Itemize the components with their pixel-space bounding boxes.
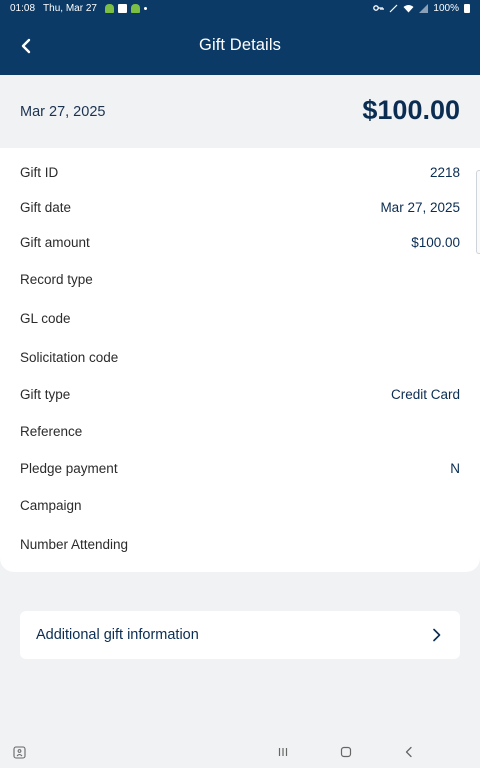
android-icon	[104, 3, 114, 13]
detail-row-number-attending: Number Attending	[20, 534, 460, 554]
notification-icon	[117, 3, 127, 13]
detail-row-solicitation-code: Solicitation code	[20, 347, 460, 367]
detail-label: Gift date	[20, 199, 72, 215]
detail-row-gift-amount: Gift amount $100.00	[20, 232, 460, 252]
home-button[interactable]	[338, 744, 354, 760]
recents-icon	[278, 748, 288, 756]
status-date: Thu, Mar 27	[43, 2, 97, 14]
detail-row-campaign: Campaign	[20, 495, 460, 515]
detail-value: 2218	[429, 164, 460, 180]
app-bar: Gift Details	[0, 16, 480, 75]
accessibility-icon	[12, 745, 26, 759]
detail-label: Gift ID	[20, 164, 59, 180]
detail-label: Gift type	[20, 386, 71, 402]
gift-details-card: Gift ID 2218 Gift date Mar 27, 2025 Gift…	[0, 148, 480, 572]
detail-label: Number Attending	[20, 536, 129, 552]
status-time: 01:08	[10, 2, 36, 14]
detail-label: Record type	[20, 271, 93, 287]
detail-value: Credit Card	[390, 386, 460, 402]
additional-gift-information-button[interactable]: Additional gift information	[20, 611, 460, 659]
detail-value: Mar 27, 2025	[380, 199, 460, 215]
detail-row-gift-type: Gift type Credit Card	[20, 384, 460, 404]
detail-label: Reference	[20, 423, 83, 439]
accessibility-button[interactable]	[11, 744, 27, 760]
detail-value: $100.00	[411, 234, 460, 250]
more-notifications-icon	[143, 6, 147, 10]
wifi-icon	[403, 4, 414, 12]
android-icon	[130, 3, 140, 13]
key-icon	[373, 5, 385, 11]
detail-row-reference: Reference	[20, 421, 460, 441]
scrollbar[interactable]	[476, 170, 480, 254]
summary-amount: $100.00	[362, 95, 460, 125]
battery-icon	[464, 3, 470, 13]
mute-icon	[389, 4, 398, 12]
detail-label: Campaign	[20, 497, 82, 513]
additional-gift-information-label: Additional gift information	[36, 627, 199, 643]
recents-button[interactable]	[275, 744, 291, 760]
status-bar: 01:08 Thu, Mar 27 100%	[0, 0, 480, 16]
signal-icon	[419, 3, 429, 13]
detail-row-pledge-payment: Pledge payment N	[20, 458, 460, 478]
detail-label: Pledge payment	[20, 460, 118, 476]
detail-value: N	[450, 460, 460, 476]
home-icon	[340, 746, 352, 758]
detail-label: GL code	[20, 310, 71, 326]
battery-text: 100%	[433, 2, 459, 14]
detail-row-gl-code: GL code	[20, 308, 460, 328]
detail-label: Gift amount	[20, 234, 90, 250]
detail-row-record-type: Record type	[20, 269, 460, 289]
back-nav-button[interactable]	[401, 744, 417, 760]
summary-date: Mar 27, 2025	[20, 104, 106, 120]
page-title: Gift Details	[199, 36, 281, 54]
detail-label: Solicitation code	[20, 349, 119, 365]
detail-row-gift-date: Gift date Mar 27, 2025	[20, 197, 460, 217]
back-nav-icon	[405, 746, 412, 758]
system-navigation-bar	[0, 736, 480, 768]
gift-summary: Mar 27, 2025 $100.00	[0, 75, 480, 148]
detail-row-gift-id: Gift ID 2218	[20, 162, 460, 182]
chevron-right-icon	[430, 628, 444, 642]
